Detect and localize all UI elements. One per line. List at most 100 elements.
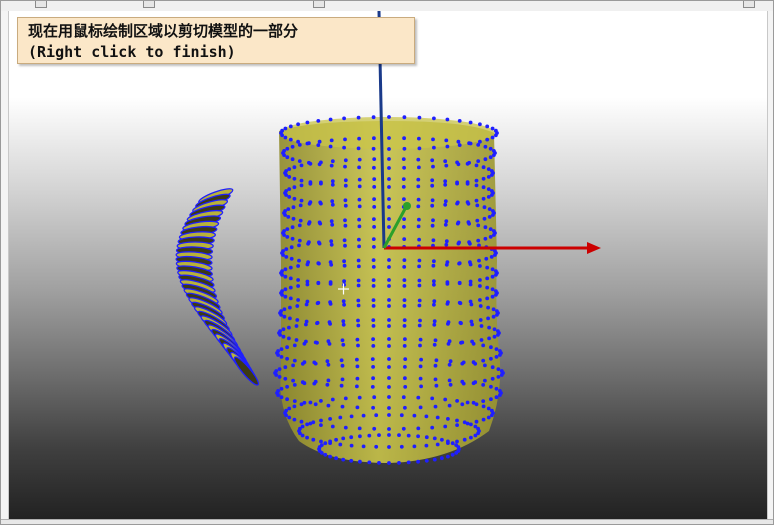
vertex-point [330,202,335,207]
vertex-point [387,385,391,389]
vertex-point [343,178,348,183]
vertex-point [387,406,391,410]
vertex-point [465,181,470,186]
vertex-point [433,377,438,382]
instruction-subtext: (Right click to finish) [28,43,236,61]
vertex-point [290,144,295,149]
toolbar-handle[interactable] [313,1,325,8]
vertex-point [403,337,407,341]
toolbar-handle[interactable] [143,1,155,8]
vertex-point [483,225,488,230]
vertex-point [357,197,362,202]
vertex-point [319,423,323,427]
vertex-point [371,324,376,328]
vertex-point [286,215,291,219]
vertex-point [282,314,287,319]
vertex-point [481,399,486,403]
scene-canvas[interactable] [9,11,767,519]
vertex-point [443,182,448,187]
vertex-point [349,414,354,419]
vertex-point [487,207,492,212]
vertex-point [431,263,436,268]
vertex-point [340,363,345,368]
vertex-point [283,376,288,381]
vertex-point [487,336,491,341]
vertex-point [342,302,346,307]
vertex-point [387,197,391,201]
vertex-point [440,437,444,442]
vertex-point [445,280,450,284]
vertex-point [319,160,323,165]
vertex-point [444,138,449,143]
vertex-point [326,339,331,344]
vertex-point [481,165,486,170]
vertex-point [372,395,377,400]
vertex-point [387,427,391,431]
vertex-point [412,444,417,449]
vertex-point [283,267,288,272]
vertex-point [341,319,346,324]
vertex-point [486,175,491,179]
vertex-point [341,342,346,347]
vertex-point [334,456,338,461]
vertex-point [468,262,473,267]
vertex-point [403,405,407,410]
vertex-point [455,200,460,205]
vertex-point [330,159,335,164]
vertex-point [416,459,420,464]
vertex-point [372,217,376,222]
vertex-point [432,319,437,324]
vertex-point [417,165,421,170]
vertex-point [287,325,291,330]
vertex-point [291,363,295,368]
vertex-point [307,201,312,206]
vertex-point [494,133,498,138]
vertex-point [490,294,495,299]
vertex-point [432,279,436,284]
toolbar-handle[interactable] [35,1,47,8]
vertex-point [328,439,332,444]
vertex-point [402,197,406,202]
vertex-point [417,237,421,242]
vertex-point [387,324,391,328]
vertex-point [296,298,300,302]
vertex-point [471,341,476,346]
vertex-point [432,259,436,264]
mug-handle [175,188,260,386]
vertex-point [424,414,429,419]
vertex-point [499,373,504,377]
vertex-point [296,284,300,288]
vertex-point [457,281,462,286]
vertex-point [446,320,451,324]
vertex-point [305,120,310,125]
vertex-point [489,397,493,402]
vertex-point [387,344,391,348]
vertex-point [417,146,422,151]
vertex-point [340,377,345,382]
vertex-point [499,369,504,373]
vertex-point [494,289,498,293]
vertex-point [319,180,323,185]
vertex-point [495,309,499,313]
vertex-point [402,304,407,308]
vertex-point [417,264,421,269]
vertex-point [475,218,480,223]
vertex-point [330,424,335,429]
vertex-point [358,459,362,464]
vertex-point [492,334,497,339]
3d-viewport[interactable] [9,11,767,519]
vertex-point [371,405,375,410]
vertex-point [291,216,296,221]
vertex-point [434,358,439,363]
vertex-point [483,363,487,368]
vertex-point [424,458,429,463]
vertex-point [458,301,463,306]
toolbar-handle[interactable] [743,1,755,8]
vertex-point [482,216,487,221]
vertex-point [387,265,391,269]
vertex-point [371,318,376,322]
vertex-point [490,413,494,418]
vertex-point [274,369,279,373]
vertex-point [432,299,437,304]
vertex-point [485,276,490,281]
